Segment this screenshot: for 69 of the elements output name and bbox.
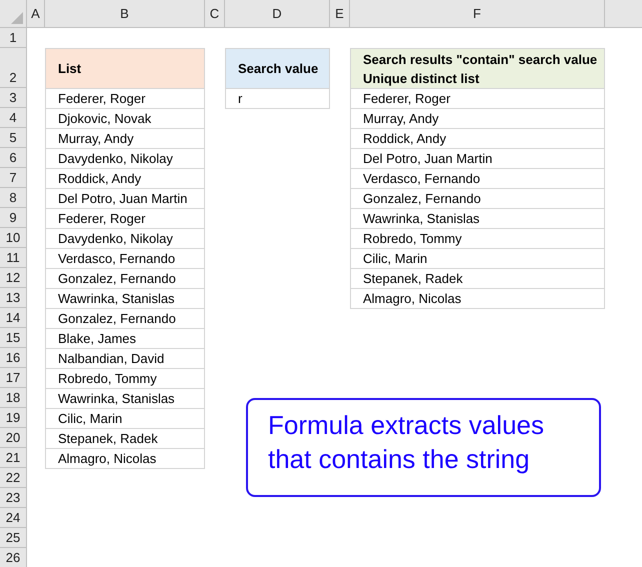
row-header[interactable]: 24	[0, 508, 27, 528]
row-header[interactable]: 11	[0, 248, 27, 268]
row-header[interactable]: 25	[0, 528, 27, 548]
column-header[interactable]: C	[205, 0, 225, 28]
table-cell: Nalbandian, David	[45, 348, 205, 369]
table-cell: Robredo, Tommy	[350, 228, 605, 249]
table-cell: Wawrinka, Stanislas	[45, 288, 205, 309]
row-header[interactable]: 2	[0, 48, 27, 88]
table-cell: Federer, Roger	[350, 88, 605, 109]
row-header[interactable]: 6	[0, 148, 27, 168]
column-header[interactable]: F	[350, 0, 605, 28]
row-header[interactable]: 12	[0, 268, 27, 288]
table-cell: Blake, James	[45, 328, 205, 349]
table-cell: Davydenko, Nikolay	[45, 148, 205, 169]
table-header: Search value	[225, 48, 330, 89]
search-value-cell[interactable]: r	[225, 88, 330, 109]
row-header[interactable]: 14	[0, 308, 27, 328]
column-header[interactable]: E	[330, 0, 350, 28]
table-cell: Wawrinka, Stanislas	[45, 388, 205, 409]
table-cell: Wawrinka, Stanislas	[350, 208, 605, 229]
table-cell: Djokovic, Novak	[45, 108, 205, 129]
table-cell: Cilic, Marin	[45, 408, 205, 429]
table-cell: Stepanek, Radek	[45, 428, 205, 449]
row-header[interactable]: 8	[0, 188, 27, 208]
header-strip	[605, 0, 642, 28]
column-header[interactable]: A	[27, 0, 45, 28]
row-header[interactable]: 7	[0, 168, 27, 188]
table-cell: Davydenko, Nikolay	[45, 228, 205, 249]
row-header[interactable]: 18	[0, 388, 27, 408]
table-cell: Del Potro, Juan Martin	[45, 188, 205, 209]
table-cell: Federer, Roger	[45, 208, 205, 229]
row-header[interactable]: 10	[0, 228, 27, 248]
table-cell: Murray, Andy	[350, 108, 605, 129]
table-cell: Almagro, Nicolas	[350, 288, 605, 309]
row-header[interactable]: 23	[0, 488, 27, 508]
row-header[interactable]: 13	[0, 288, 27, 308]
row-header[interactable]: 15	[0, 328, 27, 348]
table-cell: Robredo, Tommy	[45, 368, 205, 389]
row-header[interactable]: 16	[0, 348, 27, 368]
table-header: Unique distinct list	[363, 70, 480, 88]
row-header[interactable]: 1	[0, 28, 27, 48]
table-cell: Gonzalez, Fernando	[45, 268, 205, 289]
table-header: List	[45, 48, 205, 89]
row-header[interactable]: 26	[0, 548, 27, 567]
row-header[interactable]: 4	[0, 108, 27, 128]
table-cell: Gonzalez, Fernando	[45, 308, 205, 329]
table-cell: Gonzalez, Fernando	[350, 188, 605, 209]
table-cell: Verdasco, Fernando	[45, 248, 205, 269]
row-header[interactable]: 20	[0, 428, 27, 448]
table-cell: Roddick, Andy	[45, 168, 205, 189]
row-header[interactable]: 3	[0, 88, 27, 108]
table-cell: Almagro, Nicolas	[45, 448, 205, 469]
table-cell: Federer, Roger	[45, 88, 205, 109]
table-cell: Roddick, Andy	[350, 128, 605, 149]
column-header[interactable]: D	[225, 0, 330, 28]
table-cell: Stepanek, Radek	[350, 268, 605, 289]
table-cell: Cilic, Marin	[350, 248, 605, 269]
row-header[interactable]: 21	[0, 448, 27, 468]
table-cell: Murray, Andy	[45, 128, 205, 149]
row-header[interactable]: 9	[0, 208, 27, 228]
row-header[interactable]: 22	[0, 468, 27, 488]
row-header[interactable]: 5	[0, 128, 27, 148]
row-header[interactable]: 17	[0, 368, 27, 388]
column-header[interactable]: B	[45, 0, 205, 28]
table-cell: Del Potro, Juan Martin	[350, 148, 605, 169]
table-header: Search results "contain" search value	[363, 50, 598, 68]
table-cell: Verdasco, Fernando	[350, 168, 605, 189]
row-header[interactable]: 19	[0, 408, 27, 428]
callout-text: Formula extracts values that contains the string	[268, 409, 544, 476]
